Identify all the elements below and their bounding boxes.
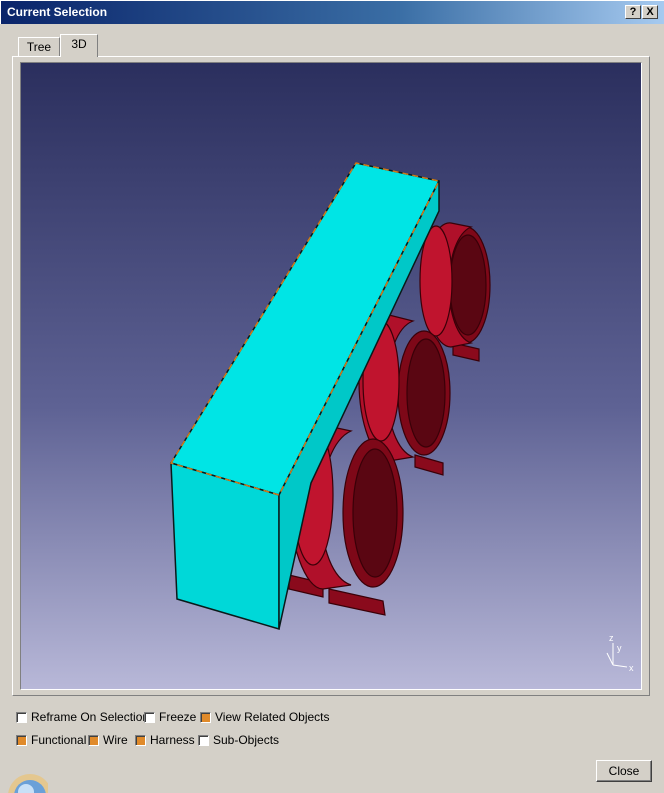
functional-label: Functional <box>31 733 87 747</box>
tab-3d[interactable]: 3D <box>60 34 98 57</box>
functional-checkbox[interactable] <box>16 734 27 746</box>
axis-label-x: x <box>629 663 634 673</box>
connector-3-grid <box>449 234 487 336</box>
harness-label: Harness <box>150 733 195 747</box>
option-view-related-objects[interactable]: View Related Objects <box>200 709 330 725</box>
freeze-checkbox[interactable] <box>144 711 155 723</box>
freeze-label: Freeze <box>159 710 197 724</box>
option-wire[interactable]: Wire <box>88 732 128 748</box>
help-button[interactable]: ? <box>625 5 641 19</box>
option-reframe-on-selection[interactable]: Reframe On Selection <box>16 709 149 725</box>
window-close-button[interactable]: X <box>642 5 658 19</box>
view-related-checkbox[interactable] <box>200 711 211 723</box>
axis-label-z: z <box>609 633 614 643</box>
globe-icon <box>4 756 48 793</box>
window-title: Current Selection <box>7 5 108 19</box>
view-related-label: View Related Objects <box>215 710 330 724</box>
option-harness[interactable]: Harness <box>135 732 195 748</box>
harness-checkbox[interactable] <box>135 734 146 746</box>
option-functional[interactable]: Functional <box>16 732 86 748</box>
sub-objects-checkbox[interactable] <box>198 734 209 746</box>
reframe-checkbox[interactable] <box>16 711 27 723</box>
close-button[interactable]: Close <box>596 760 652 782</box>
3d-scene: z y x <box>21 63 641 689</box>
option-freeze[interactable]: Freeze <box>144 709 196 725</box>
connector-1-grid <box>352 448 398 578</box>
tab-tree[interactable]: Tree <box>18 37 60 57</box>
3d-viewport[interactable]: z y x <box>20 62 642 690</box>
title-bar: Current Selection ? X <box>0 0 664 24</box>
option-sub-objects[interactable]: Sub-Objects <box>198 732 279 748</box>
connector-2-grid <box>406 338 446 448</box>
axis-label-y: y <box>617 643 622 653</box>
wire-checkbox[interactable] <box>88 734 99 746</box>
wire-label: Wire <box>103 733 128 747</box>
reframe-label: Reframe On Selection <box>31 710 150 724</box>
sub-objects-label: Sub-Objects <box>213 733 280 747</box>
